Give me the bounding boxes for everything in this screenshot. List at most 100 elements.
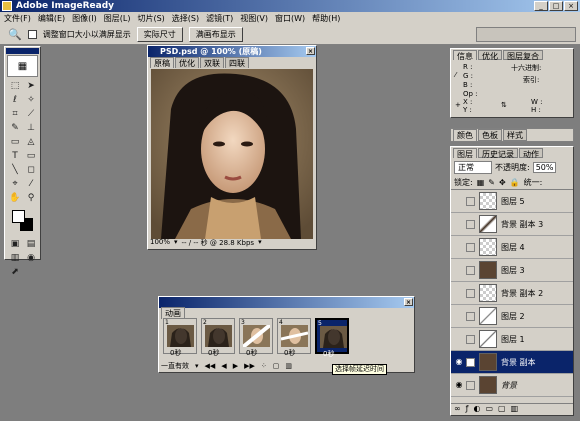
screen-mode-icon[interactable]: ▥: [8, 252, 22, 264]
tab-2up[interactable]: 双联: [200, 57, 224, 68]
eye-icon[interactable]: ◉: [454, 380, 464, 390]
layer-row[interactable]: 背景 副本 3: [451, 213, 573, 236]
lock-transparency-icon[interactable]: ▦: [477, 178, 485, 187]
download-time[interactable]: -- / -- 秒 @ 28.8 Kbps: [182, 238, 255, 248]
eye-icon[interactable]: ◉: [454, 357, 464, 367]
tab-layer-comps[interactable]: 图层复合: [503, 50, 543, 61]
eye-icon[interactable]: [454, 196, 464, 206]
map-tool-icon[interactable]: ⌖: [8, 178, 22, 190]
animation-frame-selected[interactable]: 5 0秒: [315, 318, 349, 358]
tab-color[interactable]: 颜色: [453, 129, 477, 141]
lasso-tool-icon[interactable]: ℓ: [8, 94, 22, 106]
maximize-button[interactable]: □: [549, 1, 563, 11]
layer-row[interactable]: 图层 2: [451, 305, 573, 328]
minimize-button[interactable]: _: [534, 1, 548, 11]
crop-tool-icon[interactable]: ⌗: [8, 108, 22, 120]
menu-view[interactable]: 视图(V): [240, 13, 268, 24]
lock-move-icon[interactable]: ✥: [499, 178, 506, 187]
stamp-tool-icon[interactable]: ⊥: [24, 122, 38, 134]
link-box[interactable]: [466, 265, 475, 275]
tab-layers[interactable]: 图层: [453, 148, 477, 159]
tab-actions[interactable]: 动作: [519, 148, 543, 159]
chevron-down-icon[interactable]: ▾: [174, 238, 178, 248]
tab-4up[interactable]: 四联: [225, 57, 249, 68]
menu-window[interactable]: 窗口(W): [275, 13, 305, 24]
trash-icon[interactable]: ▥: [511, 404, 519, 415]
link-icon[interactable]: ∞: [454, 404, 461, 415]
link-box[interactable]: [466, 380, 475, 390]
chevron-down-icon[interactable]: ▾: [195, 362, 199, 370]
menu-slice[interactable]: 切片(S): [137, 13, 164, 24]
foreground-color-swatch[interactable]: [12, 210, 25, 223]
zoom-tool-icon[interactable]: ⚲: [24, 192, 38, 204]
delete-frame-icon[interactable]: ▥: [285, 362, 292, 370]
link-box[interactable]: [466, 242, 475, 252]
tab-styles[interactable]: 样式: [503, 129, 527, 141]
toggle-mode-icon[interactable]: ▣: [8, 238, 22, 250]
frame-delay[interactable]: 0秒: [284, 348, 295, 358]
browser-preview-icon[interactable]: ◉: [24, 252, 38, 264]
marquee-tool-icon[interactable]: ⬚: [8, 80, 22, 92]
menu-select[interactable]: 选择(S): [172, 13, 199, 24]
tab-original[interactable]: 原稿: [150, 57, 174, 68]
new-layer-icon[interactable]: ▢: [498, 404, 506, 415]
layer-row[interactable]: 背景 副本 2: [451, 282, 573, 305]
close-button[interactable]: ×: [564, 1, 578, 11]
menu-layer[interactable]: 图层(L): [104, 13, 131, 24]
layer-row[interactable]: 图层 3: [451, 259, 573, 282]
tab-history[interactable]: 历史记录: [478, 148, 518, 159]
animation-close-icon[interactable]: ×: [404, 298, 413, 306]
folder-icon[interactable]: ▭: [485, 404, 493, 415]
eye-icon[interactable]: [454, 219, 464, 229]
rectangle-tool-icon[interactable]: ▭: [24, 150, 38, 162]
loop-select[interactable]: 一直有效: [161, 361, 189, 371]
tab-optimized[interactable]: 优化: [175, 57, 199, 68]
hand-tool-icon[interactable]: ✋: [8, 192, 22, 204]
menu-help[interactable]: 帮助(H): [312, 13, 340, 24]
zoom-level[interactable]: 100%: [150, 238, 170, 248]
menu-filter[interactable]: 滤镜(T): [206, 13, 233, 24]
animation-frame[interactable]: 2 0秒: [201, 318, 235, 357]
link-box[interactable]: [466, 311, 475, 321]
jump-to-icon[interactable]: ⬈: [8, 266, 22, 278]
slice-tool-icon[interactable]: ⟋: [24, 108, 38, 120]
frame-delay[interactable]: 0秒: [246, 348, 257, 358]
eye-icon[interactable]: [454, 288, 464, 298]
lock-brush-icon[interactable]: ✎: [488, 178, 495, 187]
brush-icon[interactable]: [466, 357, 475, 367]
animation-frame[interactable]: 1 0秒: [163, 318, 197, 357]
next-frame-icon[interactable]: ▶▶: [244, 362, 255, 370]
eye-icon[interactable]: [454, 242, 464, 252]
mask-icon[interactable]: ◐: [474, 404, 481, 415]
opacity-input[interactable]: 50%: [532, 162, 557, 173]
link-box[interactable]: [466, 288, 475, 298]
layer-row-selected[interactable]: ◉ 背景 副本: [451, 351, 573, 374]
first-frame-icon[interactable]: ◀◀: [205, 362, 216, 370]
magic-wand-icon[interactable]: ✧: [24, 94, 38, 106]
tween-icon[interactable]: ⁘: [261, 362, 267, 370]
document-close-icon[interactable]: ×: [306, 47, 315, 55]
tab-optimize[interactable]: 优化: [478, 50, 502, 61]
bucket-tool-icon[interactable]: ◬: [24, 136, 38, 148]
frame-delay[interactable]: 0秒: [208, 348, 219, 358]
brush-tool-icon[interactable]: ✎: [8, 122, 22, 134]
eye-icon[interactable]: [454, 311, 464, 321]
tab-info[interactable]: 信息: [453, 50, 477, 61]
shape-tool-icon[interactable]: ◻: [24, 164, 38, 176]
link-box[interactable]: [466, 219, 475, 229]
move-tool-icon[interactable]: ➤: [24, 80, 38, 92]
layer-style-icon[interactable]: ƒ: [466, 404, 469, 415]
layer-row[interactable]: 图层 4: [451, 236, 573, 259]
frame-delay[interactable]: 0秒: [170, 348, 181, 358]
tab-swatches[interactable]: 色板: [478, 129, 502, 141]
menu-edit[interactable]: 编辑(E): [38, 13, 65, 24]
lock-all-icon[interactable]: 🔒: [510, 178, 520, 187]
line-tool-icon[interactable]: ╲: [8, 164, 22, 176]
fit-screen-button[interactable]: 满画布显示: [188, 27, 243, 42]
chevron-down-icon[interactable]: ▾: [258, 238, 262, 248]
new-frame-icon[interactable]: ▢: [273, 362, 280, 370]
layer-row[interactable]: 图层 5: [451, 190, 573, 213]
type-tool-icon[interactable]: T: [8, 150, 22, 162]
link-box[interactable]: [466, 334, 475, 344]
preview-icon[interactable]: ▤: [24, 238, 38, 250]
